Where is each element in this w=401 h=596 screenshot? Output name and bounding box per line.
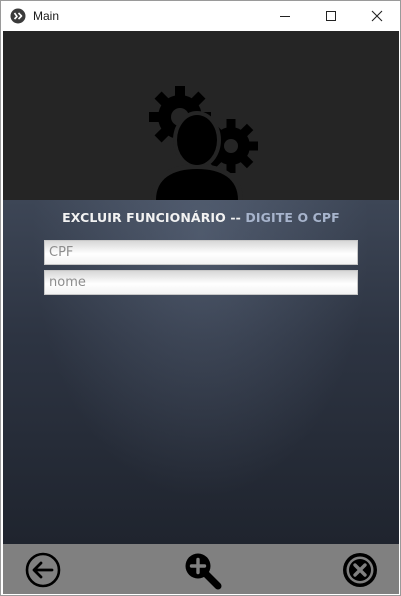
nome-input[interactable] xyxy=(44,270,358,295)
bottom-toolbar xyxy=(3,544,399,594)
minimize-button[interactable] xyxy=(262,1,308,31)
title-bar: Main xyxy=(1,1,400,31)
search-button[interactable] xyxy=(182,550,222,590)
page-title: EXCLUIR FUNCIONÁRIO -- DIGITE O CPF xyxy=(3,210,399,225)
minimize-icon xyxy=(280,16,290,17)
arrow-left-circle-icon xyxy=(25,552,61,588)
close-circle-icon xyxy=(343,553,377,587)
form-panel: EXCLUIR FUNCIONÁRIO -- DIGITE O CPF xyxy=(3,200,399,544)
back-button[interactable] xyxy=(25,552,61,588)
close-window-button[interactable] xyxy=(354,1,400,31)
app-content: EXCLUIR FUNCIONÁRIO -- DIGITE O CPF xyxy=(3,31,399,594)
kivy-logo-icon xyxy=(10,8,26,24)
page-title-instruction: DIGITE O CPF xyxy=(245,210,340,225)
window-controls xyxy=(262,1,400,31)
window-title: Main xyxy=(33,9,60,23)
zoom-in-icon xyxy=(185,553,222,590)
maximize-button[interactable] xyxy=(308,1,354,31)
cpf-input[interactable] xyxy=(44,240,358,265)
close-icon xyxy=(371,10,383,22)
app-window: Main EXCLUIR FUNCIONÁRIO -- DIGITE O CPF… xyxy=(0,0,401,596)
page-title-main: EXCLUIR FUNCIONÁRIO -- xyxy=(62,210,246,225)
maximize-icon xyxy=(326,11,336,21)
user-gears-icon xyxy=(149,86,258,200)
close-button[interactable] xyxy=(342,552,378,588)
header-band xyxy=(3,31,399,200)
